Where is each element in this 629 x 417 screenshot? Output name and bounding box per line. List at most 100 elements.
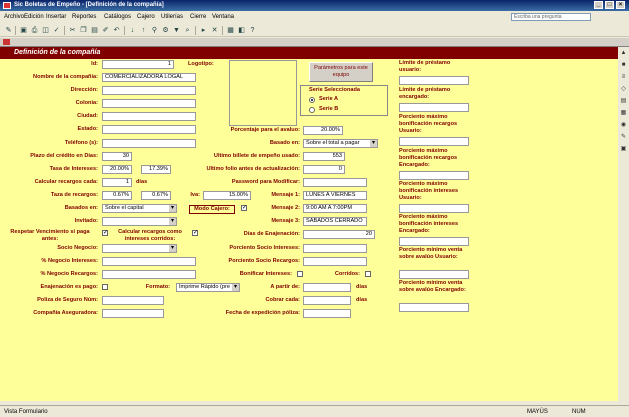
menu-cajero[interactable]: Cajero <box>137 14 155 20</box>
fecha-exp-field[interactable] <box>303 309 351 318</box>
bonificar-checkbox[interactable] <box>297 271 303 277</box>
porc-socio-rec-field[interactable] <box>303 257 367 266</box>
nombre-field[interactable]: COMERCIALIZADORA LOGAL <box>102 73 196 82</box>
menu-cierre[interactable]: Cierre <box>190 14 206 20</box>
tool-i-icon[interactable]: ▣ <box>619 145 628 154</box>
tasa-field-2[interactable]: 17.39% <box>141 165 171 174</box>
print-icon[interactable]: ⎙ <box>30 26 39 35</box>
basado-dropdown[interactable]: Sobre el total a pagar <box>303 139 378 148</box>
direccion-field[interactable] <box>102 86 196 95</box>
tool-b-icon[interactable]: ■ <box>619 61 628 70</box>
tool-a-icon[interactable]: ▲ <box>619 49 628 58</box>
database-window-icon[interactable]: ▦ <box>226 26 235 35</box>
help-search-input[interactable]: Escriba una pregunta <box>511 13 591 21</box>
pmax-int-encargado-field[interactable] <box>399 237 469 246</box>
parametros-button[interactable]: Parámetros para este equipo <box>309 62 373 82</box>
undo-icon[interactable]: ↶ <box>112 26 121 35</box>
menu-reportes[interactable]: Reportes <box>72 14 96 20</box>
modo-cajero-checkbox[interactable]: ✓ <box>241 205 247 211</box>
aseguradora-field[interactable] <box>102 309 164 318</box>
menu-archivo[interactable]: Archivo <box>4 14 24 20</box>
tool-d-icon[interactable]: ◇ <box>619 85 628 94</box>
pct-negocio-intereses-field[interactable] <box>102 257 196 266</box>
status-text: Vista Formulario <box>4 409 48 415</box>
calc-recargos-checkbox[interactable]: ✓ <box>192 230 198 236</box>
invitado-dropdown[interactable] <box>102 217 177 226</box>
tasa-field-1[interactable]: 20.00% <box>102 165 132 174</box>
formato-dropdown[interactable]: Imprime Rápido (pre <box>176 283 240 292</box>
limite-encargado-field[interactable] <box>399 103 469 112</box>
plazo-field[interactable]: 30 <box>102 152 132 161</box>
save-icon[interactable]: ▣ <box>19 26 28 35</box>
a-partir-field[interactable] <box>303 283 351 292</box>
filter-selection-icon[interactable]: ⚲ <box>150 26 159 35</box>
menu-edicion[interactable]: Edición <box>24 14 44 20</box>
dias-enajenacion-label: Días de Enajenación: <box>243 231 300 237</box>
ultimo-billete-field[interactable]: 553 <box>303 152 345 161</box>
paste-icon[interactable]: ▤ <box>90 26 99 35</box>
calc-field[interactable]: 1 <box>102 178 132 187</box>
pmin-venta-usuario-label: Porciento mínimo venta sobre avalúo Usua… <box>399 247 463 260</box>
pmin-venta-encargado-field[interactable] <box>399 303 469 312</box>
menu-ventana[interactable]: Ventana <box>212 14 234 20</box>
logo-image[interactable] <box>229 60 297 126</box>
tool-h-icon[interactable]: ✎ <box>619 133 628 142</box>
fecha-exp-label: Fecha de expedición póliza: <box>225 310 300 316</box>
pmax-rec-usuario-field[interactable] <box>399 137 469 146</box>
tool-c-icon[interactable]: ≡ <box>619 73 628 82</box>
help-icon[interactable]: ? <box>248 26 257 35</box>
menu-utilerias[interactable]: Utilerías <box>161 14 183 20</box>
pmax-int-usuario-field[interactable] <box>399 204 469 213</box>
limite-usuario-field[interactable] <box>399 76 469 85</box>
delete-record-icon[interactable]: ✕ <box>210 26 219 35</box>
pmax-rec-encargado-field[interactable] <box>399 171 469 180</box>
socio-negocio-dropdown[interactable] <box>102 244 177 253</box>
copy-icon[interactable]: ❐ <box>79 26 88 35</box>
porc-socio-int-field[interactable] <box>303 244 367 253</box>
new-record-icon[interactable]: ▸ <box>199 26 208 35</box>
sort-desc-icon[interactable]: ↑ <box>139 26 148 35</box>
serie-a-radio[interactable] <box>309 97 315 103</box>
filter-form-icon[interactable]: ⚙ <box>161 26 170 35</box>
pmin-venta-usuario-field[interactable] <box>399 270 469 279</box>
folio-field[interactable]: 0 <box>303 165 345 174</box>
dias-enajenacion-field[interactable]: 20 <box>303 230 375 239</box>
enajenacion-pago-checkbox[interactable] <box>102 284 108 290</box>
cobrar-field[interactable] <box>303 296 351 305</box>
ciudad-field[interactable] <box>102 112 196 121</box>
sort-asc-icon[interactable]: ↓ <box>128 26 137 35</box>
tool-g-icon[interactable]: ◉ <box>619 121 628 130</box>
password-field[interactable] <box>303 178 367 187</box>
tool-e-icon[interactable]: ▤ <box>619 97 628 106</box>
side-toolbar: ▲ ■ ≡ ◇ ▤ ▦ ◉ ✎ ▣ <box>618 47 629 401</box>
menu-insertar[interactable]: Insertar <box>46 14 66 20</box>
close-button[interactable]: × <box>616 1 625 9</box>
poliza-field[interactable] <box>102 296 164 305</box>
tool-f-icon[interactable]: ▦ <box>619 109 628 118</box>
mensaje3-field[interactable]: SABADOS CERRADO <box>303 217 367 226</box>
respetar-checkbox[interactable]: ✓ <box>102 230 108 236</box>
serie-b-radio[interactable] <box>309 107 315 113</box>
new-object-icon[interactable]: ◧ <box>237 26 246 35</box>
pct-negocio-recargos-field[interactable] <box>102 270 196 279</box>
minimize-button[interactable]: _ <box>594 1 603 9</box>
colonia-field[interactable] <box>102 99 196 108</box>
basados-dropdown[interactable]: Sobre el capital <box>102 204 177 213</box>
cut-icon[interactable]: ✂ <box>68 26 77 35</box>
tasa-recargos-field-1[interactable]: 0.67% <box>102 191 132 200</box>
corridos-checkbox[interactable] <box>365 271 371 277</box>
mensaje1-field[interactable]: LUNES A VIERNES <box>303 191 367 200</box>
maximize-button[interactable]: □ <box>605 1 614 9</box>
iva-field[interactable]: 15.00% <box>203 191 251 200</box>
format-painter-icon[interactable]: ✐ <box>101 26 110 35</box>
id-field[interactable]: 1 <box>102 60 174 69</box>
menu-catalogos[interactable]: Catálogos <box>104 14 131 20</box>
mensaje2-field[interactable]: 9:00 AM A 7:00PM <box>303 204 367 213</box>
tasa-recargos-field-2[interactable]: 0.67% <box>141 191 171 200</box>
find-icon[interactable]: ⌕ <box>183 26 192 35</box>
porcentaje-field[interactable]: 20.00% <box>303 126 343 135</box>
spelling-icon[interactable]: ✓ <box>52 26 61 35</box>
design-view-icon[interactable]: ✎ <box>4 26 13 35</box>
apply-filter-icon[interactable]: ▼ <box>172 26 181 35</box>
print-preview-icon[interactable]: ◫ <box>41 26 50 35</box>
